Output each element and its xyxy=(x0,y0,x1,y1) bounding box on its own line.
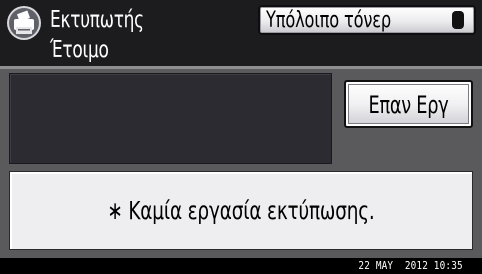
date-time: 22 MAY 2012 10:35 xyxy=(358,259,463,272)
resume-jobs-button[interactable]: Επαν Εργ xyxy=(344,80,473,128)
mode-title: Εκτυπωτής xyxy=(50,7,144,33)
printer-panel-screen: Εκτυπωτής Έτοιμο Υπόλοιπο τόνερ Επαν Εργ… xyxy=(0,0,482,274)
toner-cartridge-icon xyxy=(452,11,464,29)
remaining-toner-button[interactable]: Υπόλοιπο τόνερ xyxy=(258,5,476,35)
printer-status: Έτοιμο xyxy=(50,37,109,63)
footer-bar: 22 MAY 2012 10:35 xyxy=(0,258,482,274)
resume-jobs-label: Επαν Εργ xyxy=(368,91,449,119)
print-job-list: ∗ Καμία εργασία εκτύπωσης. xyxy=(9,171,473,250)
header-divider xyxy=(0,66,482,69)
remaining-toner-label: Υπόλοιπο τόνερ xyxy=(266,8,392,33)
header-bar: Εκτυπωτής Έτοιμο Υπόλοιπο τόνερ xyxy=(0,0,482,68)
no-print-jobs-message: ∗ Καμία εργασία εκτύπωσης. xyxy=(107,196,375,225)
message-area xyxy=(9,73,332,164)
printer-icon xyxy=(7,6,41,40)
